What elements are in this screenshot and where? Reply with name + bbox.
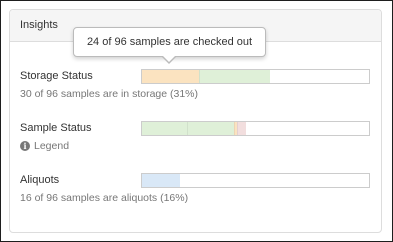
legend-link[interactable]: i Legend — [20, 140, 69, 152]
legend-label: Legend — [34, 140, 70, 152]
storage-tooltip: 24 of 96 samples are checked out — [73, 27, 266, 64]
sample-status-bar[interactable] — [141, 121, 370, 136]
bar-segment-status-a[interactable] — [142, 122, 187, 135]
bar-segment-checked-out[interactable] — [142, 70, 199, 83]
sample-status-label: Sample Status — [20, 122, 92, 134]
panel-title: Insights — [20, 19, 58, 31]
storage-status-bar[interactable] — [141, 69, 370, 84]
storage-status-label: Storage Status — [20, 70, 93, 82]
tooltip-text: 24 of 96 samples are checked out — [86, 36, 253, 48]
tooltip-arrow — [162, 56, 176, 64]
bar-segment-status-d[interactable] — [236, 122, 247, 135]
app-frame: Insights Storage Status 30 of 96 samples… — [0, 0, 393, 242]
aliquots-bar[interactable] — [141, 173, 370, 188]
aliquots-label: Aliquots — [20, 174, 60, 186]
bar-segment-aliquots[interactable] — [142, 174, 180, 187]
storage-status-summary: 30 of 96 samples are in storage (31%) — [20, 88, 199, 100]
bar-segment-in-storage[interactable] — [198, 70, 270, 83]
bar-segment-status-b[interactable] — [186, 122, 235, 135]
aliquots-summary: 16 of 96 samples are aliquots (16%) — [20, 192, 189, 204]
info-icon: i — [20, 141, 30, 151]
